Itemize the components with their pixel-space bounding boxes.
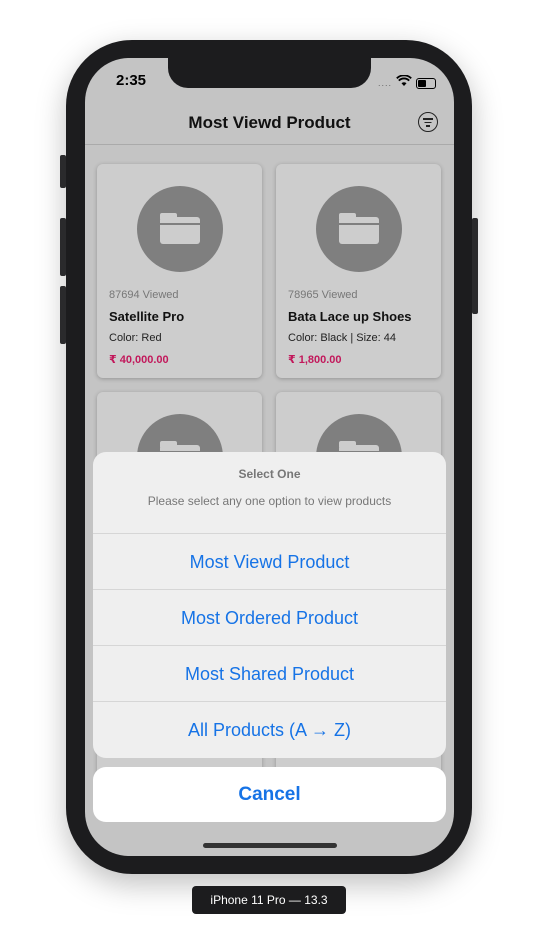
product-name: Satellite Pro [109, 309, 185, 324]
product-image-placeholder [137, 186, 223, 272]
option-all-products[interactable]: All Products (A → Z) [93, 701, 446, 758]
page-title: Most Viewd Product [188, 113, 351, 132]
power-button [472, 218, 478, 314]
product-price: ₹ 1,800.00 [288, 354, 342, 366]
product-image-placeholder [316, 186, 402, 272]
action-sheet: Select One Please select any one option … [93, 452, 446, 758]
product-card[interactable]: 78965 Viewed Bata Lace up Shoes Color: B… [276, 164, 441, 378]
option-most-ordered[interactable]: Most Ordered Product [93, 589, 446, 646]
product-attributes: Color: Black | Size: 44 [288, 332, 397, 344]
product-views: 78965 Viewed [288, 289, 358, 301]
product-attributes: Color: Red [109, 332, 162, 344]
folder-icon [339, 213, 379, 244]
home-indicator[interactable] [203, 843, 337, 848]
phone-screen: 2:35 .... Most Viewd Product 87694 Viewe… [85, 58, 454, 856]
status-time: 2:35 [116, 72, 147, 89]
product-price: ₹ 40,000.00 [109, 354, 169, 366]
battery-icon [416, 77, 436, 89]
wifi-icon [396, 74, 412, 92]
product-card[interactable]: 87694 Viewed Satellite Pro Color: Red ₹ … [97, 164, 262, 378]
device-label: iPhone 11 Pro — 13.3 [192, 886, 346, 914]
product-views: 87694 Viewed [109, 289, 179, 301]
filter-icon[interactable] [418, 112, 438, 132]
mute-switch [60, 155, 66, 188]
product-name: Bata Lace up Shoes [288, 309, 412, 324]
action-sheet-title: Select One [238, 467, 301, 481]
nav-divider [85, 144, 454, 145]
option-most-shared[interactable]: Most Shared Product [93, 645, 446, 702]
status-indicators: .... [378, 74, 436, 92]
action-sheet-message: Please select any one option to view pro… [147, 494, 392, 508]
notch [168, 58, 371, 88]
option-most-viewed[interactable]: Most Viewd Product [93, 533, 446, 590]
volume-down-button [60, 286, 66, 344]
volume-up-button [60, 218, 66, 276]
signal-dots: .... [377, 78, 392, 88]
cancel-button[interactable]: Cancel [93, 767, 446, 822]
folder-icon [160, 213, 200, 244]
